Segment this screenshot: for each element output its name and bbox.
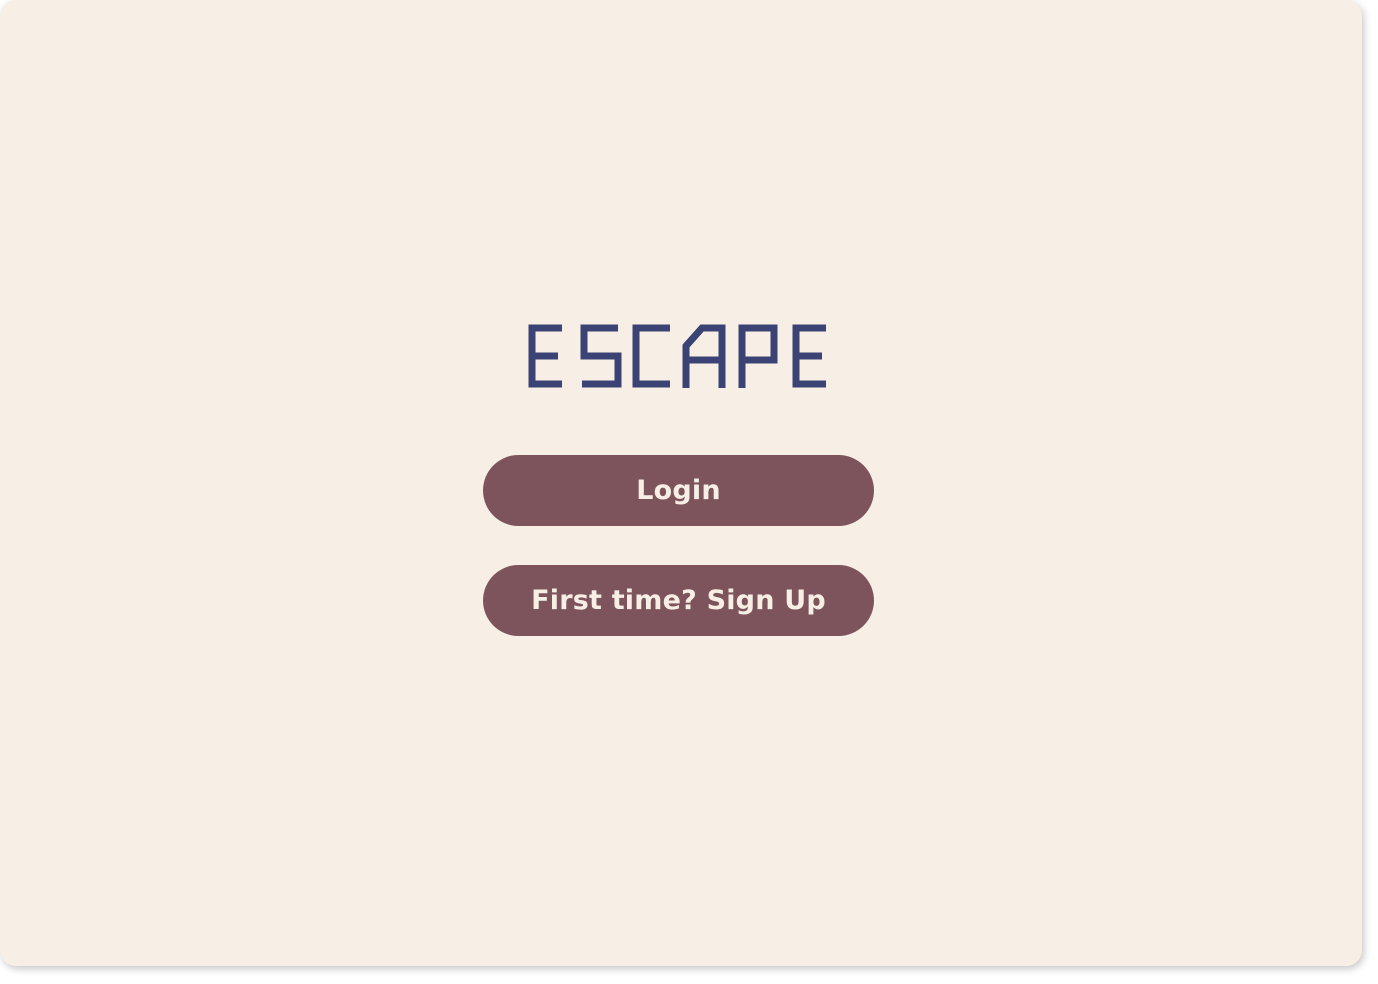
logo-letter-e1 <box>528 324 562 388</box>
login-card: Login First time? Sign Up <box>0 0 1362 966</box>
logo-letter-c <box>632 324 670 388</box>
escape-logo <box>524 320 834 392</box>
logo-letter-a <box>682 324 726 388</box>
logo-glyphs <box>528 324 826 388</box>
logo-letter-s <box>580 324 622 388</box>
logo-letter-p <box>738 324 778 388</box>
logo-letter-e2 <box>792 324 826 388</box>
signup-button[interactable]: First time? Sign Up <box>483 565 874 636</box>
login-button[interactable]: Login <box>483 455 874 526</box>
